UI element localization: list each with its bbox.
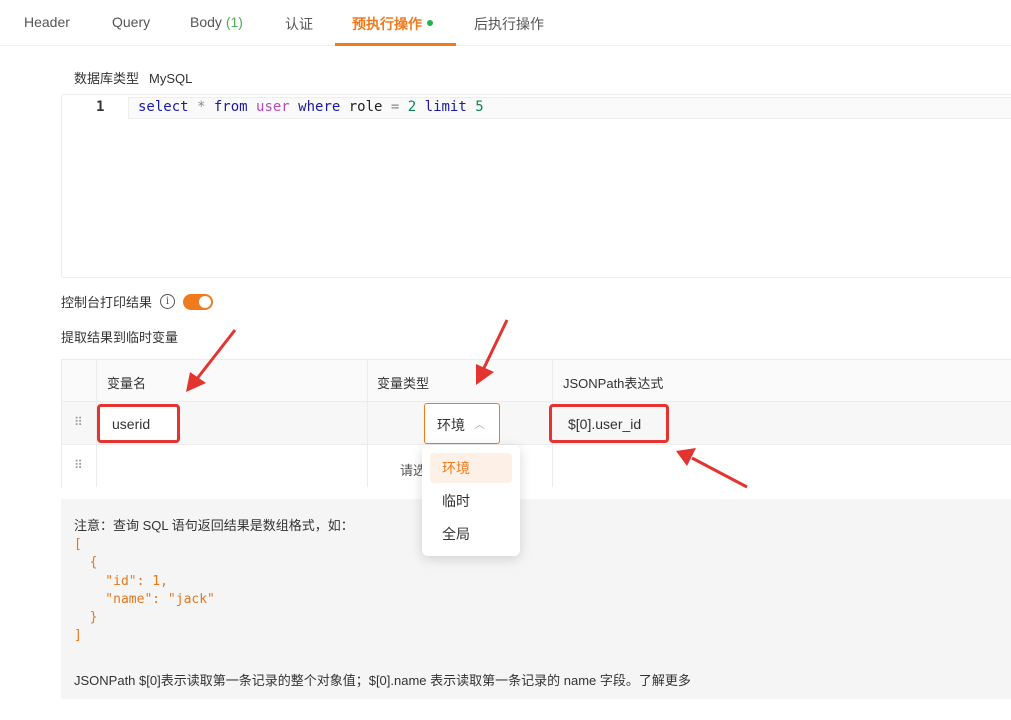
table-row: ⠿	[62, 445, 1011, 488]
variable-type-select[interactable]: 环境 ︿	[424, 403, 500, 444]
sql-token: 2	[399, 99, 425, 115]
db-type-label: 数据库类型	[74, 71, 140, 86]
note-code-example: [ { "id": 1, "name": "jack" } ]	[74, 537, 215, 644]
active-tab-indicator	[335, 43, 456, 46]
tab-pre-execute[interactable]: 预执行操作	[352, 14, 433, 34]
note-footer: JSONPath $[0]表示读取第一条记录的整个对象值；$[0].name 表…	[74, 670, 691, 689]
info-icon[interactable]: i	[160, 294, 176, 309]
variables-table: 变量名 变量类型 JSONPath表达式 ⠿ ⠿ userid 环境 ︿ $[0…	[61, 359, 1011, 488]
dropdown-option-temporary[interactable]: 临时	[430, 486, 512, 516]
column-divider	[367, 360, 368, 487]
variable-name-input[interactable]: userid	[97, 404, 180, 443]
table-row: ⠿	[62, 402, 1011, 445]
drag-handle-icon[interactable]: ⠿	[74, 415, 83, 429]
tab-auth[interactable]: 认证	[285, 14, 313, 34]
console-print-label: 控制台打印结果	[61, 295, 153, 310]
tab-body-label: Body	[190, 14, 222, 30]
status-dot-icon	[427, 20, 433, 27]
sql-token: from	[213, 99, 248, 115]
sql-code-line[interactable]: select * from user where role = 2 limit …	[138, 99, 484, 115]
tab-header[interactable]: Header	[24, 14, 70, 30]
table-header-row: 变量名 变量类型 JSONPath表达式	[62, 360, 1011, 402]
note-title: 注意：查询 SQL 语句返回结果是数组格式，如：	[74, 518, 354, 533]
sql-token: *	[188, 99, 214, 115]
drag-handle-icon[interactable]: ⠿	[74, 458, 83, 472]
column-header-name: 变量名	[107, 376, 147, 391]
tab-pre-execute-label: 预执行操作	[352, 16, 422, 32]
line-number: 1	[96, 99, 105, 115]
note-footer-text: JSONPath $[0]表示读取第一条记录的整个对象值；$[0].name 表…	[74, 673, 639, 688]
tab-body[interactable]: Body (1)	[190, 14, 243, 30]
column-header-type: 变量类型	[377, 376, 430, 391]
tab-post-execute[interactable]: 后执行操作	[474, 14, 544, 34]
extract-variables-label: 提取结果到临时变量	[61, 330, 179, 345]
sql-token: role	[340, 99, 391, 115]
console-print-toggle[interactable]	[183, 293, 214, 310]
column-header-jsonpath: JSONPath表达式	[563, 376, 664, 391]
variable-name-value: userid	[112, 416, 151, 432]
dropdown-option-global[interactable]: 全局	[430, 519, 512, 549]
sql-result-note: 注意：查询 SQL 语句返回结果是数组格式，如： [ { "id": 1, "n…	[61, 499, 1011, 699]
tab-bar: Header Query Body (1) 认证 预执行操作 后执行操作	[0, 0, 1011, 46]
sql-token: user	[247, 99, 299, 115]
console-print-row: 控制台打印结果 i	[61, 292, 214, 311]
dropdown-option-environment[interactable]: 环境	[430, 453, 512, 483]
sql-editor[interactable]: 1 select * from user where role = 2 limi…	[61, 94, 1011, 278]
toggle-knob	[199, 295, 212, 308]
learn-more-link[interactable]: 了解更多	[639, 673, 691, 688]
sql-token: 5	[466, 99, 484, 115]
tab-body-count: (1)	[225, 14, 243, 30]
db-type-row: 数据库类型 MySQL	[74, 68, 192, 87]
db-type-value[interactable]: MySQL	[149, 71, 192, 86]
sql-token: where	[298, 99, 341, 115]
variable-type-dropdown: 环境 临时 全局	[422, 445, 520, 556]
tab-query[interactable]: Query	[112, 14, 150, 30]
jsonpath-input[interactable]: $[0].user_id	[549, 404, 669, 443]
variable-type-value: 环境	[437, 417, 465, 433]
jsonpath-value: $[0].user_id	[568, 416, 642, 432]
sql-token: select	[138, 99, 189, 115]
sql-token: limit	[424, 99, 467, 115]
chevron-up-icon: ︿	[474, 419, 485, 431]
